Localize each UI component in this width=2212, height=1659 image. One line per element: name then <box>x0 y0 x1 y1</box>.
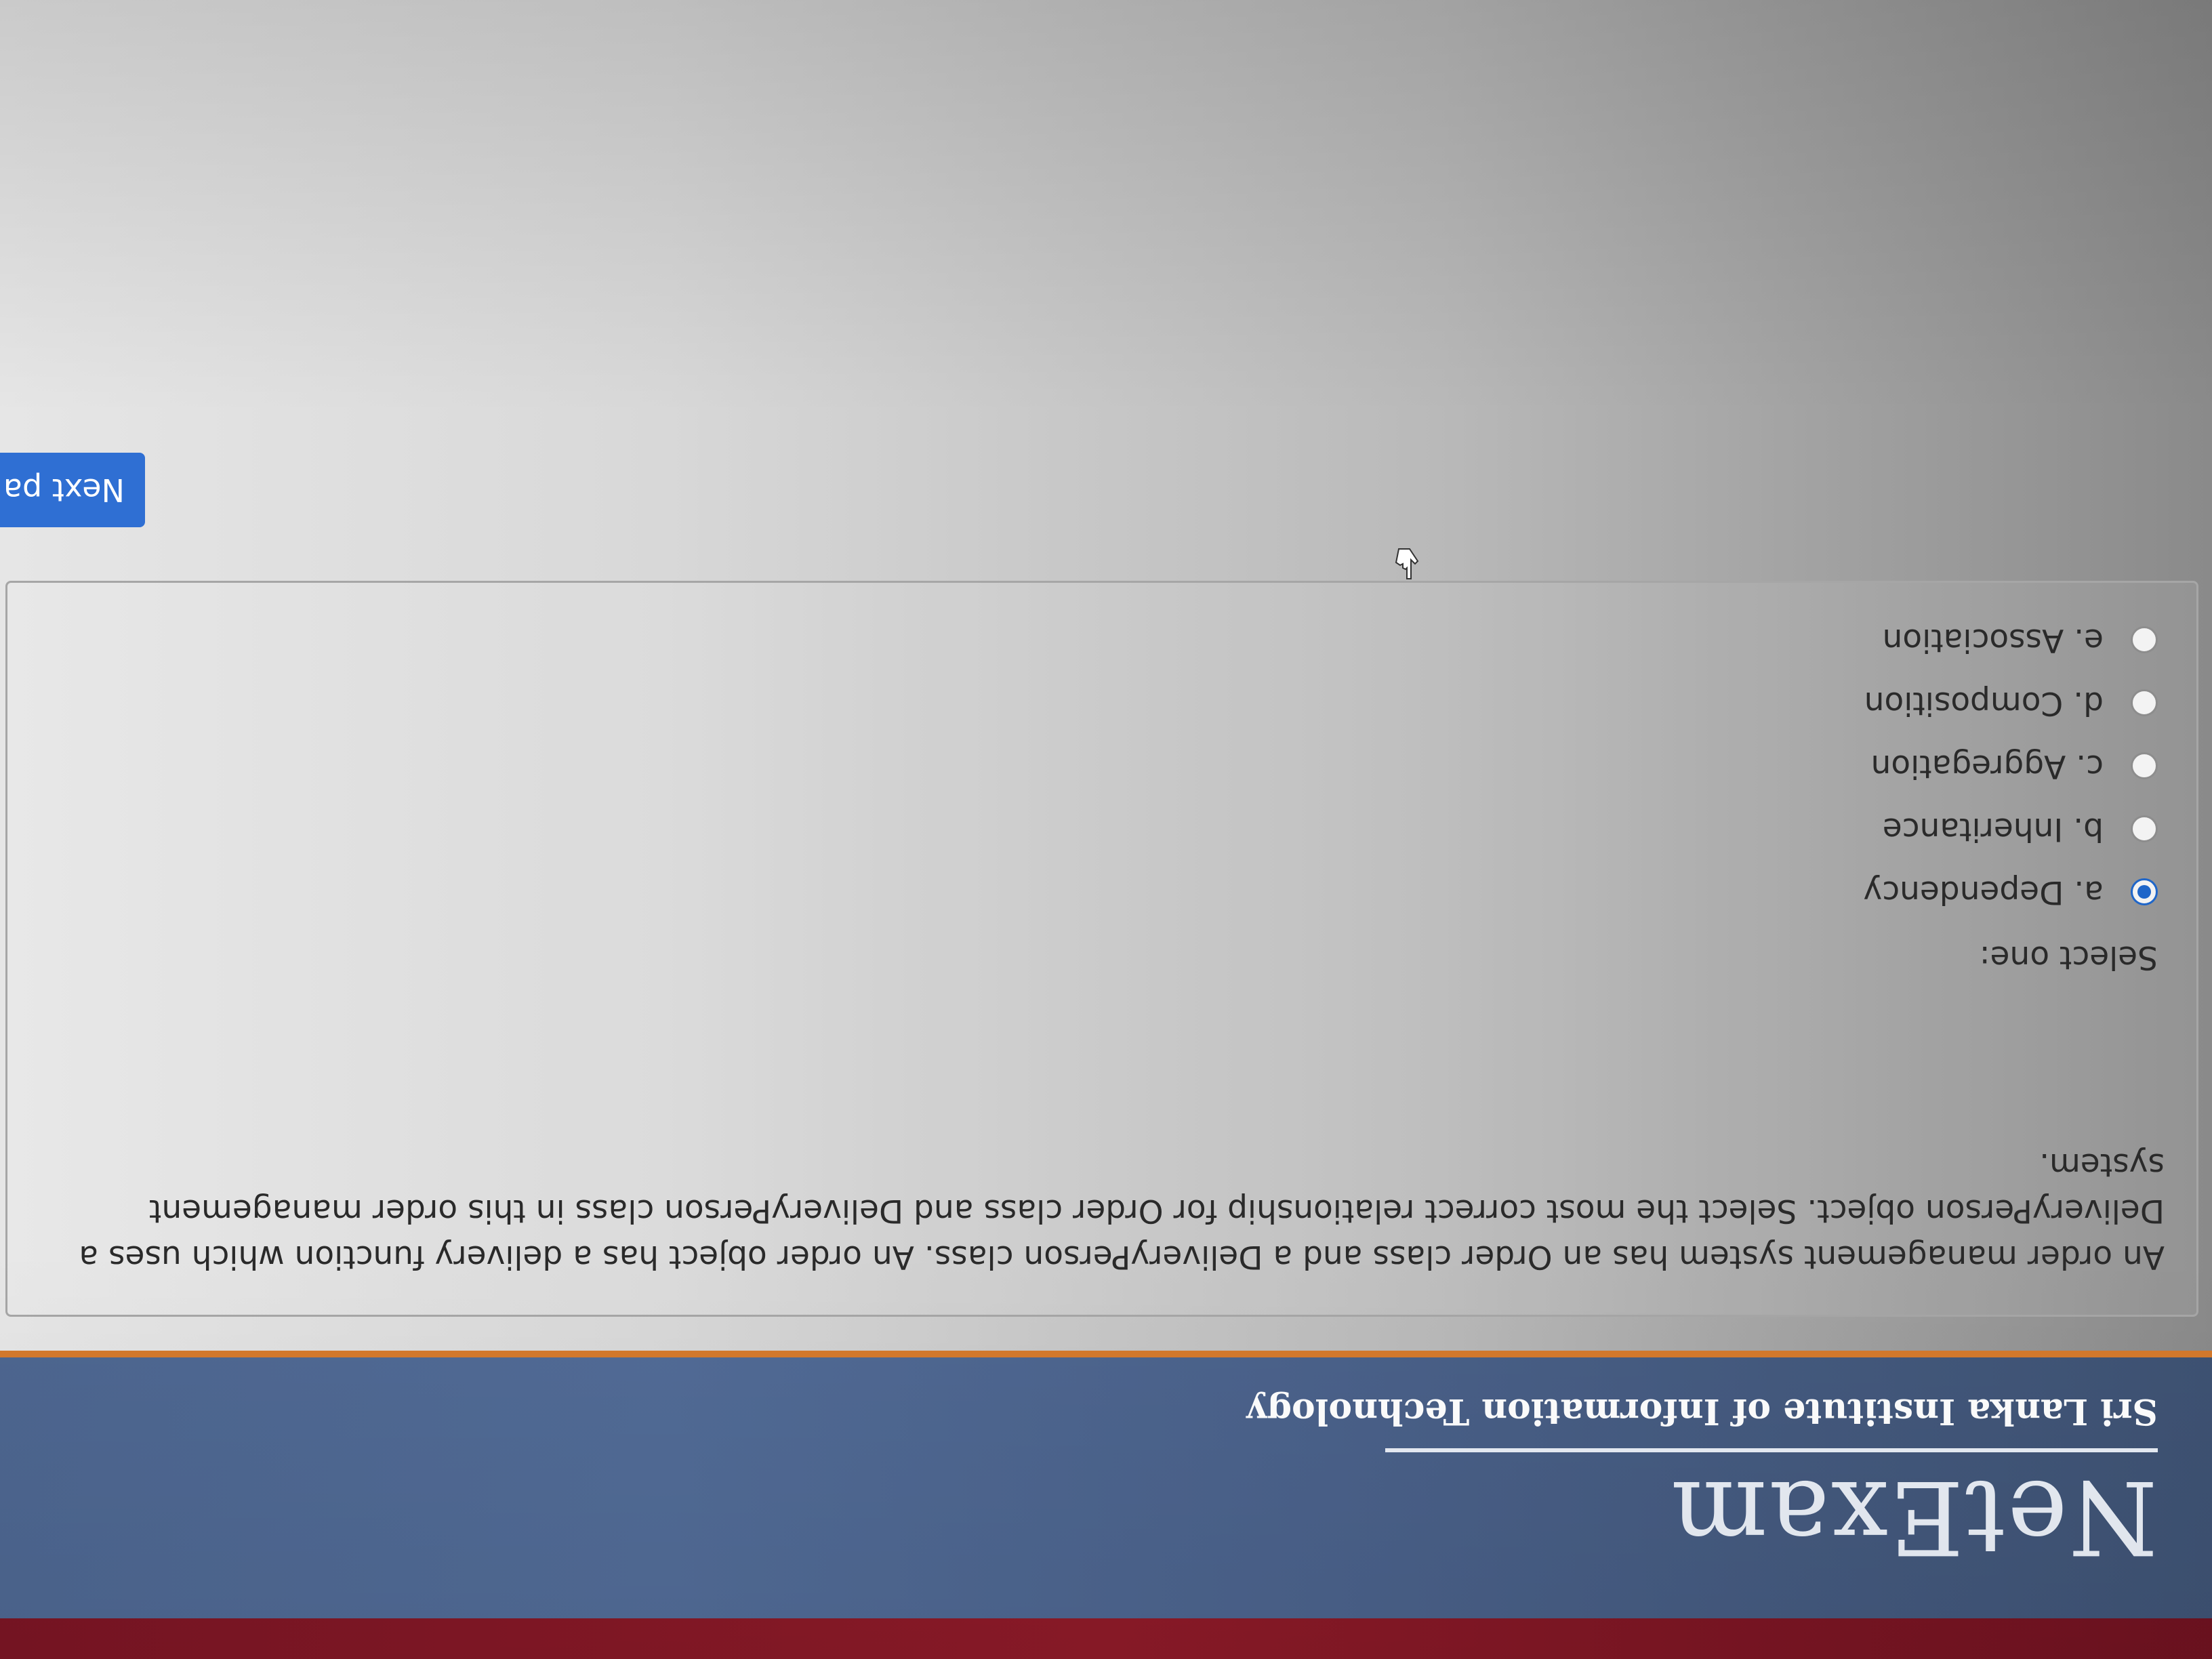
photographed-screen: NetExam Sri Lanka Institute of Informati… <box>0 0 2212 1659</box>
next-page-button[interactable]: Next pa <box>0 453 145 527</box>
option-composition[interactable]: d. Composition <box>1863 672 2158 735</box>
site-header: NetExam Sri Lanka Institute of Informati… <box>0 1351 2212 1618</box>
option-label: b. Inheritance <box>1882 811 2104 848</box>
radio-unchecked-icon[interactable] <box>2131 752 2158 780</box>
netexam-logo[interactable]: NetExam <box>1670 1458 2158 1576</box>
logo-underline <box>1385 1448 2158 1452</box>
answer-options: a. Dependency b. Inheritance c. Aggregat… <box>1863 609 2158 924</box>
header-accent-line <box>0 1351 2212 1357</box>
radio-unchecked-icon[interactable] <box>2131 689 2158 717</box>
browser-chrome-strip <box>0 1618 2212 1659</box>
question-text: An order management system has an Order … <box>79 1146 2165 1275</box>
option-label: c. Aggregation <box>1870 747 2104 785</box>
institute-name: Sri Lanka Institute of Information Techn… <box>1246 1391 2158 1432</box>
option-aggregation[interactable]: c. Aggregation <box>1863 735 2158 798</box>
select-one-label: Select one: <box>1979 939 2158 976</box>
radio-unchecked-icon[interactable] <box>2131 815 2158 843</box>
option-label: d. Composition <box>1864 684 2104 722</box>
option-label: e. Association <box>1882 621 2104 659</box>
option-inheritance[interactable]: b. Inheritance <box>1863 798 2158 861</box>
option-label: a. Dependency <box>1863 874 2104 911</box>
option-association[interactable]: e. Association <box>1863 609 2158 672</box>
radio-unchecked-icon[interactable] <box>2131 626 2158 654</box>
radio-checked-icon[interactable] <box>2131 878 2158 906</box>
hand-pointer-icon <box>1395 548 1419 579</box>
option-dependency[interactable]: a. Dependency <box>1863 861 2158 924</box>
